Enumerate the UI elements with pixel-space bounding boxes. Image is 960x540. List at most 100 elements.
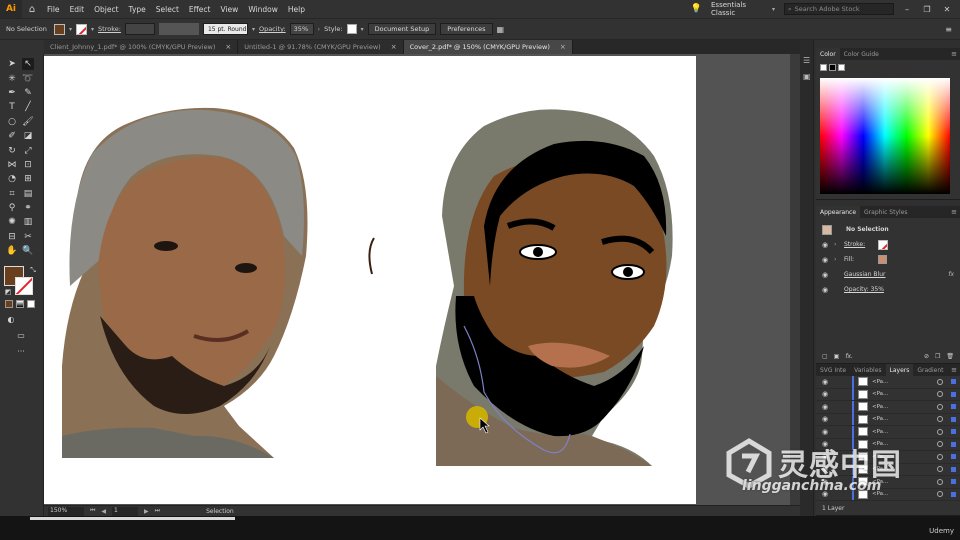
fx-icon[interactable]: fx — [948, 271, 960, 278]
eye-icon[interactable]: ◉ — [822, 440, 830, 448]
symbol-sprayer-tool-icon[interactable]: ✺ — [6, 216, 18, 228]
eye-icon[interactable]: ◉ — [822, 478, 830, 486]
eye-icon[interactable]: ◉ — [822, 428, 830, 436]
last-artboard-icon[interactable]: ⏭ — [155, 507, 160, 515]
slice-tool-icon[interactable]: ✂ — [22, 231, 34, 243]
appearance-stroke-row[interactable]: ◉ › Stroke: — [816, 237, 960, 252]
layer-row[interactable]: ◉ <Pa... — [816, 413, 960, 426]
none-mode-swatch[interactable] — [27, 300, 35, 308]
arrange-documents-icon[interactable]: ▦ — [497, 25, 505, 34]
brush-stroke[interactable] — [368, 237, 375, 275]
more-tools-icon[interactable]: ··· — [15, 346, 27, 358]
menu-select[interactable]: Select — [151, 5, 184, 14]
fill-swatch[interactable] — [54, 23, 65, 35]
graphic-style-swatch[interactable] — [346, 24, 357, 34]
properties-icon[interactable]: ☰ — [803, 56, 810, 65]
ellipse-tool-icon[interactable]: ○ — [6, 116, 18, 128]
menu-window[interactable]: Window — [243, 5, 283, 14]
layer-row[interactable]: ◉ <Pa... — [816, 450, 960, 464]
white-swatch[interactable] — [838, 64, 845, 71]
none-swatch[interactable] — [820, 64, 827, 71]
trash-icon[interactable]: 🗑 — [946, 353, 954, 360]
target-icon[interactable] — [937, 441, 943, 448]
appearance-effect-row[interactable]: ◉ Gaussian Blur fx — [816, 267, 960, 282]
tab-color[interactable]: Color — [816, 48, 840, 60]
direct-selection-tool-icon[interactable]: ↖ — [22, 58, 34, 71]
eye-icon[interactable]: ◉ — [822, 490, 830, 498]
libraries-icon[interactable]: ▣ — [803, 72, 811, 81]
eye-icon[interactable]: ◉ — [822, 256, 830, 264]
tab-graphic-styles[interactable]: Graphic Styles — [860, 206, 911, 218]
selection-indicator[interactable] — [951, 479, 956, 485]
perspective-grid-tool-icon[interactable]: ⊞ — [22, 173, 34, 185]
panel-menu-icon[interactable]: ≡ — [951, 366, 960, 374]
blend-tool-icon[interactable]: ⚭ — [22, 202, 34, 214]
chevron-right-icon[interactable]: › — [318, 26, 320, 33]
eye-icon[interactable]: ◉ — [822, 271, 830, 279]
chevron-down-icon[interactable]: ▾ — [361, 26, 364, 33]
duplicate-item-icon[interactable]: ❐ — [935, 353, 940, 360]
minimize-icon[interactable]: – — [900, 5, 914, 14]
eye-icon[interactable]: ◉ — [822, 378, 830, 386]
selection-indicator[interactable] — [951, 454, 956, 460]
column-graph-tool-icon[interactable]: ▥ — [22, 216, 34, 228]
canvas-area[interactable] — [44, 54, 800, 505]
eye-icon[interactable]: ◉ — [822, 390, 830, 398]
target-icon[interactable] — [937, 391, 943, 398]
draw-mode-icon[interactable]: ◐ — [5, 314, 17, 326]
opacity-label[interactable]: Opacity: — [259, 25, 286, 33]
panel-menu-icon[interactable]: ≡ — [951, 208, 960, 216]
tab-gradient[interactable]: Gradient — [913, 364, 947, 376]
artboard-tool-icon[interactable]: ⊟ — [6, 231, 18, 243]
menu-edit[interactable]: Edit — [65, 5, 90, 14]
doc-tab-cover[interactable]: Cover_2.pdf* @ 150% (CMYK/GPU Preview) × — [403, 40, 573, 54]
target-icon[interactable] — [937, 466, 943, 473]
appearance-fill-row[interactable]: ◉ › Fill: — [816, 252, 960, 267]
target-icon[interactable] — [937, 491, 943, 498]
layer-row[interactable]: ◉ <Pa... — [816, 488, 960, 501]
variable-width-profile[interactable] — [158, 23, 199, 35]
selection-indicator[interactable] — [951, 416, 956, 422]
target-icon[interactable] — [937, 428, 943, 435]
chevron-right-icon[interactable]: › — [834, 241, 840, 248]
appearance-opacity-row[interactable]: ◉ Opacity: 35% — [816, 282, 960, 297]
layer-row[interactable]: ◉ <Pa... — [816, 475, 960, 489]
first-artboard-icon[interactable]: ⏮ — [90, 507, 95, 515]
layer-name[interactable]: <Pa... — [872, 391, 888, 397]
preferences-button[interactable]: Preferences — [440, 23, 493, 35]
color-mode-swatch[interactable] — [5, 300, 13, 308]
tab-svg-interactivity[interactable]: SVG Inte — [816, 364, 850, 376]
eye-icon[interactable]: ◉ — [822, 241, 830, 249]
layer-name[interactable]: <Pa... — [872, 491, 888, 497]
chevron-down-icon[interactable]: ▾ — [91, 26, 94, 33]
add-effect-icon[interactable]: fx. — [845, 353, 853, 360]
menu-file[interactable]: File — [42, 5, 65, 14]
line-tool-icon[interactable]: ╱ — [22, 101, 34, 113]
close-icon[interactable]: ✕ — [940, 5, 954, 14]
vector-illustration[interactable] — [436, 109, 673, 466]
layer-row[interactable]: ◉ <Pa... — [816, 388, 960, 401]
chevron-right-icon[interactable]: › — [834, 256, 840, 263]
paintbrush-tool-icon[interactable]: 🖌 — [22, 116, 34, 128]
layer-name[interactable]: <Pa... — [872, 441, 888, 447]
swap-fill-stroke-icon[interactable]: ⤡ — [27, 264, 39, 276]
shape-builder-tool-icon[interactable]: ◔ — [6, 173, 18, 185]
black-swatch[interactable] — [829, 64, 836, 71]
menu-view[interactable]: View — [216, 5, 244, 14]
opacity-input[interactable]: 35% — [289, 23, 314, 35]
stroke-swatch[interactable] — [878, 239, 888, 250]
rotate-tool-icon[interactable]: ↻ — [6, 145, 18, 157]
scale-tool-icon[interactable]: ⤢ — [22, 145, 34, 157]
eraser-tool-icon[interactable]: ◪ — [22, 130, 34, 142]
maximize-icon[interactable]: ❐ — [920, 5, 934, 14]
target-icon[interactable] — [937, 478, 943, 485]
document-setup-button[interactable]: Document Setup — [367, 23, 437, 35]
target-icon[interactable] — [937, 378, 943, 385]
doc-tab-client-johnny[interactable]: Client_Johnny_1.pdf* @ 100% (CMYK/GPU Pr… — [44, 40, 239, 54]
next-artboard-icon[interactable]: ▶ — [144, 508, 149, 515]
target-icon[interactable] — [937, 453, 943, 460]
selection-indicator[interactable] — [951, 391, 956, 397]
eye-icon[interactable]: ◉ — [822, 465, 830, 473]
target-icon[interactable] — [937, 416, 943, 423]
gradient-mode-swatch[interactable] — [16, 300, 24, 308]
